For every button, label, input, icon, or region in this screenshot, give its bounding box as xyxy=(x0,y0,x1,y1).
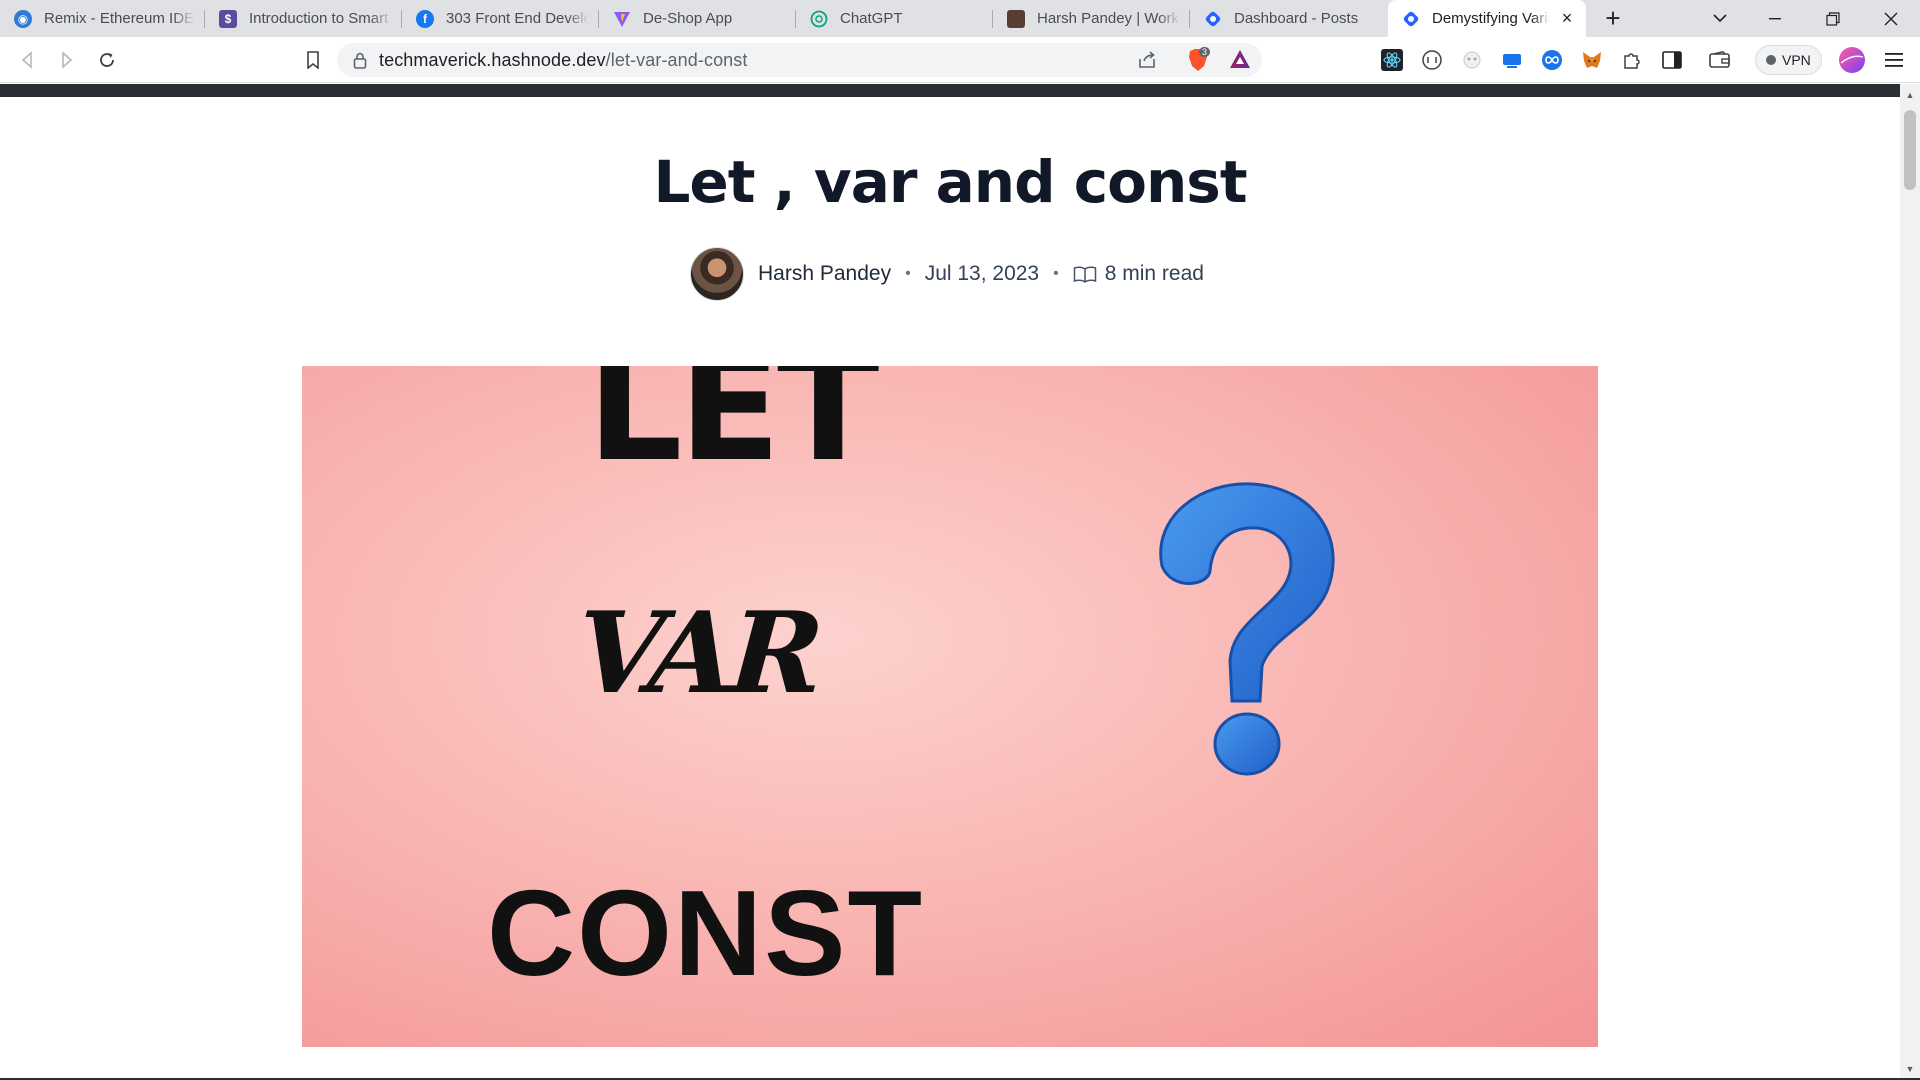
vpn-label: VPN xyxy=(1782,52,1811,68)
brave-rewards-button[interactable] xyxy=(1229,49,1251,74)
page-content: Let , var and const Harsh Pandey • Jul 1… xyxy=(0,84,1900,1080)
vpn-status-dot xyxy=(1766,55,1776,65)
bookmark-icon xyxy=(307,51,319,69)
publish-date[interactable]: Jul 13, 2023 xyxy=(925,262,1039,286)
scroll-up-arrow-icon[interactable]: ▲ xyxy=(1900,86,1920,104)
reload-icon xyxy=(100,53,114,67)
ext-screen-icon[interactable] xyxy=(1500,48,1524,72)
ext-ghost-icon[interactable] xyxy=(1460,48,1484,72)
cover-word-const: CONST xyxy=(487,865,924,1001)
tab-label: Harsh Pandey | Work xyxy=(1037,10,1180,27)
restore-button[interactable] xyxy=(1804,0,1862,37)
sidebar-toggle-icon[interactable] xyxy=(1660,48,1684,72)
read-time: 8 min read xyxy=(1104,262,1204,285)
bookmark-button[interactable] xyxy=(297,44,329,76)
site-header-strip xyxy=(0,84,1900,97)
react-devtools-icon[interactable] xyxy=(1380,48,1404,72)
vpn-button[interactable]: VPN xyxy=(1755,45,1822,75)
vite-icon xyxy=(613,10,631,28)
cover-word-var: VAR xyxy=(572,588,822,719)
separator-dot: • xyxy=(905,265,911,282)
rewards-triangle-icon xyxy=(1230,50,1250,68)
remix-icon: ◉ xyxy=(14,9,32,28)
back-button[interactable] xyxy=(11,44,43,76)
url-host: techmaverick.hashnode.dev xyxy=(379,49,606,70)
page-scrollbar[interactable]: ▲ ▼ xyxy=(1900,84,1920,1080)
article-title: Let , var and const xyxy=(653,148,1247,216)
tab-search-button[interactable] xyxy=(1705,0,1735,37)
tab-smart-contracts[interactable]: $ Introduction to Smart Contracts xyxy=(205,0,402,37)
metamask-fox-icon[interactable] xyxy=(1580,48,1604,72)
url-text: techmaverick.hashnode.dev/let-var-and-co… xyxy=(379,50,748,71)
tab-dashboard-posts[interactable]: Dashboard - Posts xyxy=(1190,0,1387,37)
profile-avatar[interactable] xyxy=(1838,46,1866,74)
reload-button[interactable] xyxy=(91,44,123,76)
tab-label: Remix - Ethereum IDE xyxy=(44,10,195,27)
tab-remix[interactable]: ◉ Remix - Ethereum IDE xyxy=(0,0,205,37)
share-button[interactable] xyxy=(1137,50,1157,75)
book-open-icon xyxy=(1073,265,1097,283)
tab-chatgpt[interactable]: ChatGPT xyxy=(796,0,993,37)
cover-image: LET VAR CONST xyxy=(302,366,1598,1047)
solidity-icon: $ xyxy=(219,9,237,28)
author-avatar[interactable] xyxy=(690,247,744,301)
hashnode-icon xyxy=(1204,10,1222,28)
wallet-icon[interactable] xyxy=(1708,48,1732,72)
hashnode-icon xyxy=(1402,10,1420,28)
url-path: /let-var-and-const xyxy=(605,49,748,70)
close-window-button[interactable] xyxy=(1862,0,1920,37)
close-icon xyxy=(1884,12,1898,25)
menu-button[interactable] xyxy=(1882,48,1906,72)
facebook-icon: f xyxy=(416,9,434,28)
scroll-down-arrow-icon[interactable]: ▼ xyxy=(1900,1060,1920,1078)
openai-icon xyxy=(810,10,828,28)
shield-count-badge: 3 xyxy=(1199,47,1211,57)
close-tab-icon[interactable]: × xyxy=(1558,8,1576,28)
browser-toolbar: techmaverick.hashnode.dev/let-var-and-co… xyxy=(0,37,1920,83)
share-icon xyxy=(1139,51,1155,68)
tab-strip: ◉ Remix - Ethereum IDE $ Introduction to… xyxy=(0,0,1920,37)
forward-arrow-icon xyxy=(62,51,73,69)
minimize-button[interactable] xyxy=(1746,0,1804,37)
question-mark-illustration xyxy=(1159,482,1335,776)
tab-label: Introduction to Smart Contracts xyxy=(249,10,392,27)
article-byline: Harsh Pandey • Jul 13, 2023 • 8 min read xyxy=(690,246,1204,302)
new-tab-button[interactable]: + xyxy=(1597,0,1629,37)
tab-label: Dashboard - Posts xyxy=(1234,10,1359,27)
cover-word-let: LET xyxy=(587,366,879,495)
scrollbar-thumb[interactable] xyxy=(1904,110,1916,190)
extensions-puzzle-icon[interactable] xyxy=(1620,48,1644,72)
tab-harsh-work[interactable]: Harsh Pandey | Work xyxy=(993,0,1190,37)
tab-front-end-developer[interactable]: f 303 Front End Developer xyxy=(402,0,599,37)
chevron-down-icon xyxy=(1713,14,1727,23)
address-bar[interactable]: techmaverick.hashnode.dev/let-var-and-co… xyxy=(337,43,1262,77)
tab-de-shop[interactable]: De-Shop App xyxy=(599,0,796,37)
forward-button[interactable] xyxy=(51,44,83,76)
hamburger-menu-icon xyxy=(1885,53,1903,67)
tab-label: De-Shop App xyxy=(643,10,733,27)
ext-infinity-icon[interactable] xyxy=(1540,48,1564,72)
author-name[interactable]: Harsh Pandey xyxy=(758,262,891,286)
minimize-icon xyxy=(1769,17,1781,19)
lock-icon xyxy=(353,52,367,69)
tab-label: ChatGPT xyxy=(840,10,903,27)
tab-label: Demystifying Variables xyxy=(1432,10,1550,27)
tab-label: 303 Front End Developer xyxy=(446,10,589,27)
tab-demystifying-variables[interactable]: Demystifying Variables × xyxy=(1388,0,1586,37)
profile-photo-icon xyxy=(1007,9,1025,28)
separator-dot: • xyxy=(1053,265,1059,282)
back-arrow-icon xyxy=(21,51,32,69)
brave-shields-button[interactable]: 3 xyxy=(1187,47,1211,77)
ext-circle-icon[interactable] xyxy=(1420,48,1444,72)
restore-icon xyxy=(1826,11,1840,26)
